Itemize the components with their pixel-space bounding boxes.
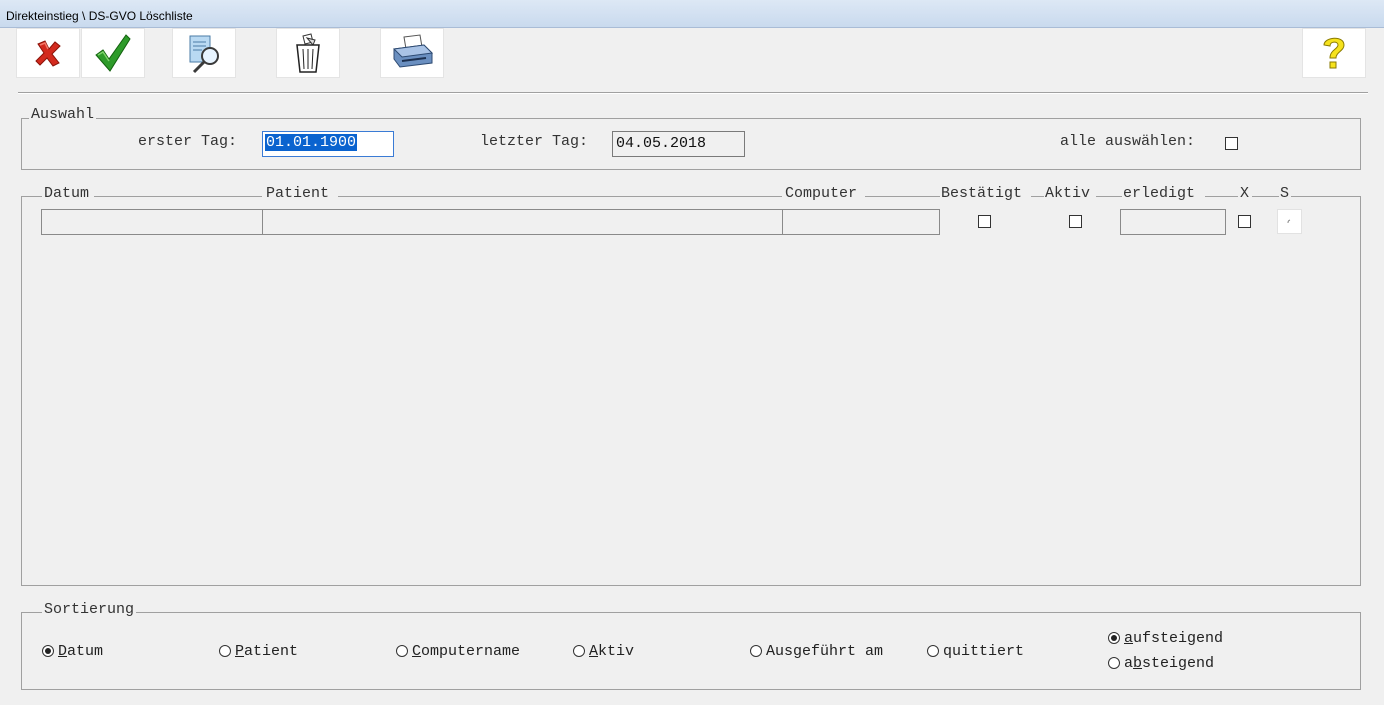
first-day-label: erster Tag: xyxy=(138,133,238,150)
header-line xyxy=(94,196,262,197)
radio-button[interactable] xyxy=(750,645,762,657)
cell-x-checkbox[interactable] xyxy=(1238,215,1251,228)
document-search-icon xyxy=(189,35,219,74)
toolbar-separator xyxy=(18,92,1368,94)
last-day-input[interactable]: 04.05.2018 xyxy=(612,131,745,157)
select-all-label: alle auswählen: xyxy=(1060,133,1196,150)
label-accelerator: P xyxy=(235,643,245,660)
cell-erledigt[interactable] xyxy=(1120,209,1226,235)
label-post: ufsteigend xyxy=(1133,630,1224,647)
cell-patient[interactable] xyxy=(262,209,783,235)
sort-order-label: absteigend xyxy=(1124,655,1214,672)
cell-computer[interactable] xyxy=(782,209,940,235)
last-day-label: letzter Tag: xyxy=(480,133,589,150)
title-bar: Direkteinstieg \ DS-GVO Löschliste xyxy=(0,0,1384,28)
first-day-value: 01.01.1900 xyxy=(265,134,358,151)
label-pre: Ausgeführt am xyxy=(766,643,884,660)
sortierung-legend: Sortierung xyxy=(42,601,137,618)
sort-option-label: Aktiv xyxy=(589,643,634,660)
delete-button[interactable] xyxy=(276,28,340,78)
sort-option-label: Patient xyxy=(235,643,298,660)
radio-indicator-icon xyxy=(1287,219,1291,224)
radio-button[interactable] xyxy=(1108,632,1120,644)
printer-icon xyxy=(392,34,434,68)
label-pre: a xyxy=(1124,655,1134,672)
radio-button[interactable] xyxy=(573,645,585,657)
header-line xyxy=(21,196,42,197)
column-header-datum[interactable]: Datum xyxy=(44,185,89,202)
cell-aktiv-checkbox[interactable] xyxy=(1069,215,1082,228)
auswahl-legend: Auswahl xyxy=(29,106,97,123)
label-accelerator: C xyxy=(412,643,422,660)
label-accelerator: D xyxy=(58,643,68,660)
ok-button[interactable] xyxy=(81,28,145,78)
label-post: omputername xyxy=(421,643,521,660)
help-button[interactable] xyxy=(1302,28,1366,78)
column-header-patient[interactable]: Patient xyxy=(266,185,329,202)
sort-option-label: Datum xyxy=(58,643,103,660)
sort-option-label: Ausgeführt am xyxy=(766,643,883,660)
header-line xyxy=(1252,196,1279,197)
last-day-value: 04.05.2018 xyxy=(616,135,707,152)
sort-order-label: aufsteigend xyxy=(1124,630,1223,647)
label-pre: quittiert xyxy=(943,643,1025,660)
window-title: Direkteinstieg \ DS-GVO Löschliste xyxy=(6,9,193,23)
column-header-aktiv[interactable]: Aktiv xyxy=(1045,185,1090,202)
help-question-icon xyxy=(1323,37,1345,69)
ok-checkmark-icon xyxy=(95,34,131,72)
column-header-s[interactable]: S xyxy=(1280,185,1289,202)
column-header-bestaetigt[interactable]: Bestätigt xyxy=(941,185,1022,202)
header-line xyxy=(1205,196,1238,197)
label-accelerator: a xyxy=(1124,630,1134,647)
header-line xyxy=(1291,196,1361,197)
column-header-computer[interactable]: Computer xyxy=(785,185,857,202)
header-line xyxy=(1031,196,1044,197)
label-accelerator: A xyxy=(589,643,599,660)
cell-datum[interactable] xyxy=(41,209,263,235)
label-post: atient xyxy=(244,643,299,660)
cell-bestaetigt-checkbox[interactable] xyxy=(978,215,991,228)
column-header-erledigt[interactable]: erledigt xyxy=(1123,185,1195,202)
label-post: atum xyxy=(67,643,104,660)
radio-button[interactable] xyxy=(1108,657,1120,669)
header-line xyxy=(1096,196,1122,197)
label-accelerator: b xyxy=(1133,655,1143,672)
label-post: ktiv xyxy=(598,643,635,660)
cell-s-radio[interactable] xyxy=(1277,209,1302,234)
header-line xyxy=(338,196,782,197)
radio-button[interactable] xyxy=(396,645,408,657)
trash-bin-icon xyxy=(296,33,320,73)
cancel-button[interactable] xyxy=(16,28,80,78)
print-button[interactable] xyxy=(380,28,444,78)
header-line xyxy=(865,196,940,197)
sort-option-label: quittiert xyxy=(943,643,1024,660)
table-area xyxy=(21,196,1361,586)
radio-button[interactable] xyxy=(219,645,231,657)
label-post: steigend xyxy=(1142,655,1215,672)
first-day-input[interactable]: 01.01.1900 xyxy=(262,131,394,157)
radio-button[interactable] xyxy=(42,645,54,657)
search-button[interactable] xyxy=(172,28,236,78)
column-header-x[interactable]: X xyxy=(1240,185,1249,202)
sort-option-label: Computername xyxy=(412,643,520,660)
radio-button[interactable] xyxy=(927,645,939,657)
cancel-icon xyxy=(35,40,61,67)
select-all-checkbox[interactable] xyxy=(1225,137,1238,150)
